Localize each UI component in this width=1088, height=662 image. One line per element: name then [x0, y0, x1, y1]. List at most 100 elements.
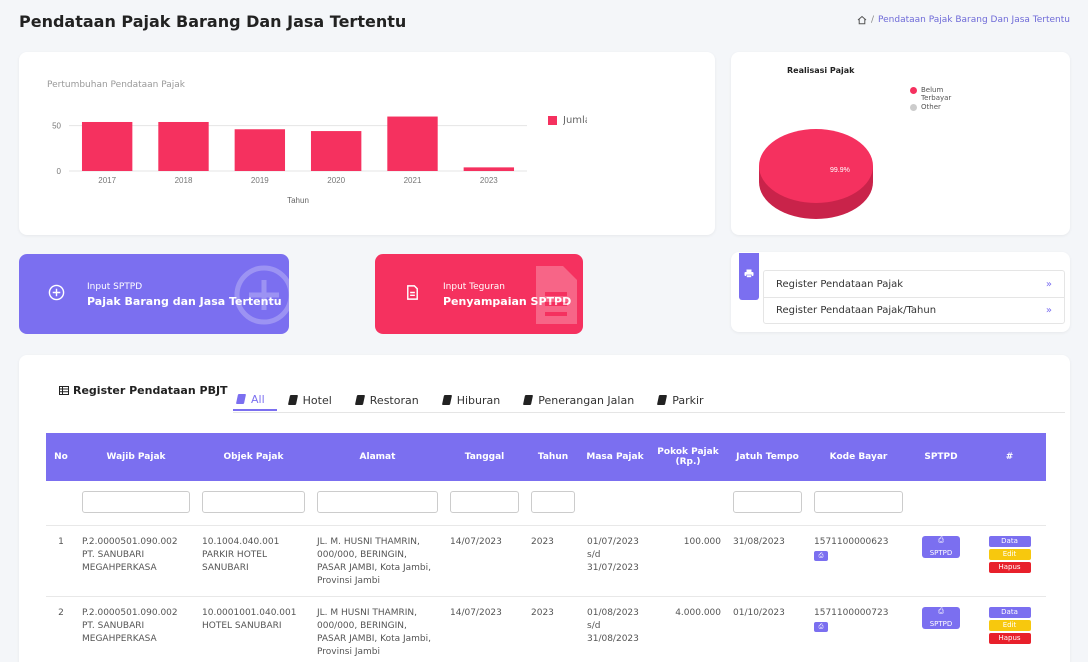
cell-pokok-pajak: 4.000.000 — [649, 596, 727, 662]
breadcrumb-current[interactable]: Pendataan Pajak Barang Dan Jasa Tertentu — [878, 15, 1070, 25]
legend-label: Jumlah — [563, 115, 587, 126]
cell-jatuh-tempo: 31/08/2023 — [727, 525, 808, 597]
print-kode-bayar-button[interactable]: ⎙ — [814, 621, 828, 632]
filter-kode-bayar[interactable] — [814, 491, 903, 513]
home-icon[interactable] — [857, 15, 867, 25]
edit-button[interactable]: Edit — [988, 548, 1031, 560]
sptpd-button[interactable]: ⎙ SPTPD — [922, 606, 960, 629]
pie-slice-label: 99.9% — [830, 167, 850, 174]
register-links-card: Register Pendataan Pajak » Register Pend… — [731, 252, 1070, 332]
tab-label: Penerangan Jalan — [538, 393, 635, 407]
bar-2019[interactable] — [234, 129, 286, 171]
print-kode-bayar-button[interactable]: ⎙ — [814, 550, 828, 561]
bar-2017[interactable] — [81, 121, 133, 171]
tab-hiburan[interactable]: Hiburan — [439, 389, 513, 411]
table-icon — [59, 386, 69, 395]
filter-jatuh-tempo[interactable] — [733, 491, 802, 513]
pie-slice-belum-terbayar[interactable] — [759, 129, 873, 203]
tab-hotel[interactable]: Hotel — [285, 389, 344, 411]
col-header[interactable]: Masa Pajak — [581, 433, 649, 481]
cell-no: 1 — [46, 525, 76, 597]
filter-cell — [76, 481, 196, 526]
col-header[interactable]: Objek Pajak — [196, 433, 311, 481]
x-tick-label: 2018 — [175, 176, 193, 185]
pie-legend-item[interactable]: Other — [910, 103, 959, 111]
cell-tahun: 2023 — [525, 596, 581, 662]
filter-cell — [46, 481, 76, 526]
cell-actions: Data Edit Hapus — [973, 525, 1046, 597]
filter-wajib-pajak[interactable] — [82, 491, 190, 513]
y-tick-label: 0 — [57, 167, 62, 176]
sptpd-button[interactable]: ⎙ SPTPD — [922, 535, 960, 558]
breadcrumb: / Pendataan Pajak Barang Dan Jasa Terten… — [857, 15, 1070, 25]
tab-parkir[interactable]: Parkir — [654, 389, 715, 411]
col-header[interactable]: Wajib Pajak — [76, 433, 196, 481]
chevron-right-icon: » — [1045, 305, 1052, 316]
cell-jatuh-tempo: 01/10/2023 — [727, 596, 808, 662]
x-axis-label: Tahun — [287, 196, 309, 205]
x-tick-label: 2017 — [98, 176, 116, 185]
legend-dot — [910, 87, 917, 94]
filter-tanggal[interactable] — [450, 491, 519, 513]
filter-tahun[interactable] — [531, 491, 575, 513]
col-header[interactable]: # — [973, 433, 1046, 481]
filter-cell — [196, 481, 311, 526]
document-icon — [407, 285, 418, 300]
tab-restoran[interactable]: Restoran — [352, 389, 431, 411]
tab-label: Parkir — [672, 393, 704, 407]
cell-tahun: 2023 — [525, 525, 581, 597]
book-icon — [657, 395, 668, 405]
cell-no: 2 — [46, 596, 76, 662]
register-link-label: Register Pendataan Pajak — [776, 278, 904, 290]
col-header[interactable]: Tahun — [525, 433, 581, 481]
plus-circle-icon — [48, 284, 65, 301]
filter-row — [46, 481, 1046, 526]
input-teguran-tile[interactable]: Input Teguran Penyampaian SPTPD — [375, 254, 583, 334]
col-header[interactable]: Alamat — [311, 433, 444, 481]
filter-cell — [581, 481, 649, 526]
book-icon — [523, 395, 534, 405]
filter-objek-pajak[interactable] — [202, 491, 305, 513]
data-button[interactable]: Data — [988, 606, 1031, 618]
col-header[interactable]: Jatuh Tempo — [727, 433, 808, 481]
pie-legend-item[interactable]: Belum Terbayar — [910, 86, 959, 102]
book-icon — [354, 395, 365, 405]
register-pendataan-pajak-tahun-link[interactable]: Register Pendataan Pajak/Tahun » — [764, 297, 1064, 323]
hapus-button[interactable]: Hapus — [988, 561, 1031, 573]
cell-actions: Data Edit Hapus — [973, 596, 1046, 662]
col-header[interactable]: Pokok Pajak (Rp.) — [649, 433, 727, 481]
input-sptpd-tile[interactable]: Input SPTPD Pajak Barang dan Jasa Terten… — [19, 254, 289, 334]
filter-cell — [973, 481, 1046, 526]
edit-button[interactable]: Edit — [988, 619, 1031, 631]
tile-sptpd-line1: Input SPTPD — [87, 282, 143, 292]
bar-2020[interactable] — [310, 131, 362, 171]
bar-chart: 0 50 2017 2018 2019 2020 2021 2023 Tahun — [52, 116, 527, 205]
table-title-text: Register Pendataan PBJT — [73, 384, 228, 397]
bar-2023[interactable] — [463, 167, 515, 171]
growth-chart-card: Pertumbuhan Pendataan Pajak 0 50 2017 2018 2… — [19, 52, 715, 235]
bar-2018[interactable] — [158, 121, 209, 171]
bar-2021[interactable] — [387, 116, 438, 171]
col-header[interactable]: Kode Bayar — [808, 433, 909, 481]
printer-icon — [744, 269, 754, 278]
cell-wajib-pajak: P.2.0000501.090.002 PT. SANUBARI MEGAHPE… — [76, 596, 196, 662]
register-list: Register Pendataan Pajak » Register Pend… — [763, 270, 1065, 324]
tab-all[interactable]: All — [233, 389, 277, 411]
data-button[interactable]: Data — [988, 535, 1031, 547]
col-header[interactable]: SPTPD — [909, 433, 973, 481]
realisasi-pie-card: Realisasi Pajak 99.9% Belum Terbayar Oth… — [731, 52, 1070, 235]
printer-icon: ⎙ — [938, 606, 944, 615]
hapus-button[interactable]: Hapus — [988, 632, 1031, 644]
col-header[interactable]: Tanggal — [444, 433, 525, 481]
tab-penerangan-jalan[interactable]: Penerangan Jalan — [520, 389, 646, 411]
register-pendataan-pajak-link[interactable]: Register Pendataan Pajak » — [764, 271, 1064, 297]
chart-legend[interactable]: Jumlah — [548, 115, 587, 126]
col-header[interactable]: No — [46, 433, 76, 481]
filter-cell — [311, 481, 444, 526]
filter-cell — [444, 481, 525, 526]
cell-tanggal: 14/07/2023 — [444, 596, 525, 662]
print-icon[interactable] — [739, 253, 759, 300]
cell-masa-pajak: 01/07/2023 s/d 31/07/2023 — [581, 525, 649, 597]
filter-alamat[interactable] — [317, 491, 438, 513]
legend-dot — [910, 104, 917, 111]
